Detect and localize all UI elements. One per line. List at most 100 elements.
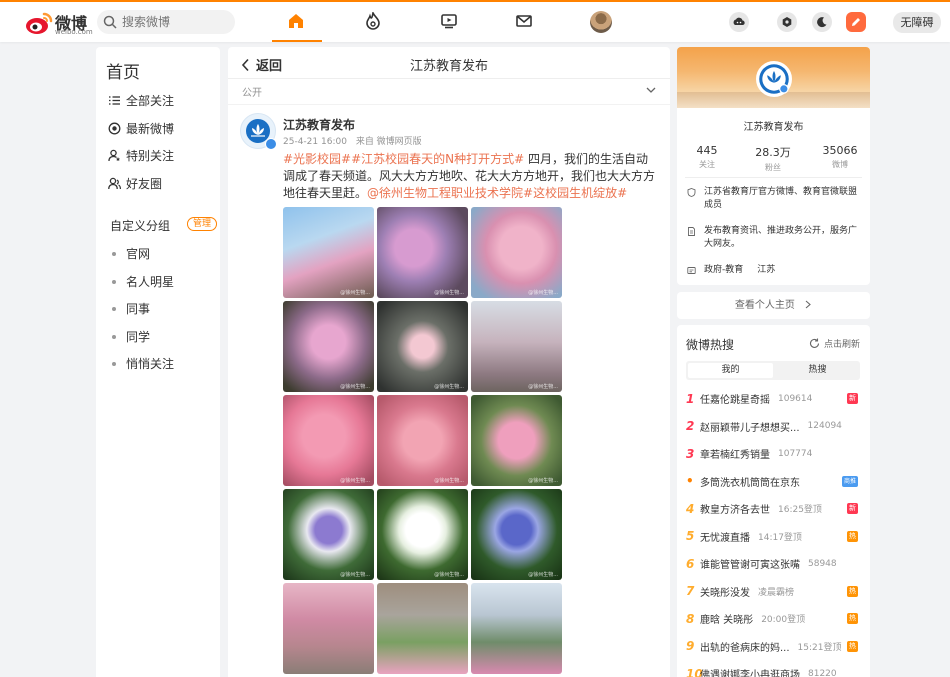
hot-rank: 4 [686,501,695,516]
post-photo[interactable]: @徐州生物... [283,207,374,298]
post-photo[interactable]: @徐州生物... [471,489,562,580]
hot-search-item[interactable]: 8 鹿晗 关晓彤 20:00登顶 热 [686,605,862,632]
post-photo[interactable]: @徐州生物... [377,489,468,580]
group-item[interactable]: 同事 [112,300,150,317]
nav-video[interactable] [438,10,460,32]
sidebar-item-label: 全部关注 [126,94,175,108]
photo-watermark: @徐州生物... [340,290,370,296]
profile-bio: 发布教育资讯、推进政务公开，服务广大网友。 [687,225,864,251]
hot-badge: 新 [847,393,858,404]
post-text: #光影校园##江苏校园春天的N种打开方式# 四月，我们的生活自动调成了春天频道。… [283,151,659,202]
post-photo[interactable]: @徐州生物... [471,207,562,298]
group-item[interactable]: 悄悄关注 [112,355,174,372]
view-profile-button[interactable]: 查看个人主页 [677,292,870,319]
hot-search-item[interactable]: 9 出轨的爸病床的妈... 15:21登顶热 [686,633,862,660]
hot-badge: 商推 [842,475,858,487]
nav-hot[interactable] [362,10,384,32]
group-item[interactable]: 官网 [112,245,150,262]
hot-rank: 6 [686,556,695,571]
user-star-icon [108,149,120,162]
post-time[interactable]: 25-4-21 16:00 [283,137,347,147]
search-icon [103,15,117,29]
nav-active-indicator [272,40,322,42]
hot-search-item[interactable]: 2 赵丽颖带儿子想想买... 124094 [686,413,862,440]
nav-messages[interactable] [513,10,535,32]
refresh-button[interactable]: 点击刷新 [809,337,860,350]
sidebar-item-latest[interactable]: 最新微博 [108,120,174,137]
group-item[interactable]: 同学 [112,328,150,345]
profile-avatar[interactable] [756,61,792,97]
user-avatar[interactable] [590,11,612,33]
post-photo[interactable]: @徐州生物... [283,301,374,392]
tab-hot[interactable]: 热搜 [775,361,860,380]
search-input[interactable] [122,15,232,29]
weibo-logo[interactable]: 微博 weibo.com [25,9,93,37]
hot-search-item[interactable]: 10 佛遇谢娜李小冉逛商场 81220 [686,660,862,677]
chevron-down-icon[interactable] [646,86,656,94]
post-photo[interactable]: @徐州生物... [283,489,374,580]
assistant-button[interactable] [729,12,749,32]
hashtag-link[interactable]: #江苏校园春天的N种打开方式# [351,152,524,166]
mention-link[interactable]: @徐州生物工程职业技术学院 [367,186,523,200]
tab-mine[interactable]: 我的 [688,363,773,378]
compose-button[interactable] [846,12,866,32]
hot-badge: 热 [847,530,858,542]
sidebar-item-special[interactable]: 特别关注 [108,147,174,164]
manage-groups-button[interactable]: 管理 [187,217,217,231]
settings-button[interactable] [777,12,797,32]
group-item-label: 官网 [126,247,151,261]
photo-watermark: @徐州生物... [528,572,558,578]
hot-count: 58948 [808,558,837,569]
accessibility-button[interactable]: 无障碍 [893,12,941,33]
hot-search-item[interactable]: 7 关晓彤没发 凌晨霸榜 热 [686,578,862,605]
post-photo[interactable]: @徐州生物... [377,207,468,298]
stat-posts[interactable]: 35066 微博 [810,144,870,170]
back-button[interactable]: 返回 [240,55,282,74]
cloud-face-icon [733,17,745,25]
post-photo[interactable]: @徐州生物... [283,395,374,486]
stat-fans[interactable]: 28.3万 粉丝 [743,144,803,173]
video-icon [441,14,457,29]
hashtag-link[interactable]: #光影校园# [283,152,351,166]
post-photo[interactable] [283,583,374,674]
hot-search-item[interactable]: 4 教皇方济各去世 16:25登顶 新 [686,495,862,522]
hot-rank: 1 [686,391,695,406]
clock-icon [108,122,121,135]
moon-icon [817,17,827,28]
hot-search-item[interactable]: 5 无忧渡直播 14:17登顶 热 [686,523,862,550]
profile-card: 江苏教育发布 445 关注 28.3万 粉丝 35066 微博 江苏省教育厅官方… [677,47,870,285]
weibo-logo-icon [26,12,53,34]
hot-rank: 3 [686,446,695,461]
hot-rank: 7 [686,584,695,598]
nav-home[interactable] [285,10,307,32]
post-photo[interactable]: @徐州生物... [377,301,468,392]
group-item[interactable]: 名人明星 [112,273,174,290]
hashtag-link[interactable]: #这校园生机绽放# [523,186,627,200]
post-photo[interactable]: @徐州生物... [377,395,468,486]
hot-search-item[interactable]: 6 谁能管管谢可寅这张嘴 58948 [686,550,862,577]
post-photo[interactable] [377,583,468,674]
dark-mode-button[interactable] [812,12,832,32]
hot-count: 凌晨霸榜 [758,587,795,598]
visibility-label: 公开 [242,88,262,99]
hot-search-panel: 微博热搜 点击刷新 我的 热搜 1 任嘉伦跳星奇摇 109614 新 2 赵丽颖带儿子想想… [677,325,870,677]
profile-name[interactable]: 江苏教育发布 [677,118,870,133]
stat-label: 关注 [699,160,715,169]
custom-group-title: 自定义分组 [110,219,171,233]
post-photo[interactable] [471,583,562,674]
hot-search-item[interactable]: • 多筒洗衣机筒筒在京东 商推 [686,468,862,495]
post-photo[interactable]: @徐州生物... [471,301,562,392]
post-photo[interactable]: @徐州生物... [471,395,562,486]
post-author-name[interactable]: 江苏教育发布 [283,116,355,133]
hot-search-item[interactable]: 1 任嘉伦跳星奇摇 109614 新 [686,385,862,412]
info-text: 江苏省教育厅官方微博、教育官微联盟成员 [704,187,858,210]
stat-following[interactable]: 445 关注 [677,144,737,170]
divider [228,104,670,105]
sidebar-item-all-follow[interactable]: 全部关注 [108,92,174,109]
post-author-avatar[interactable] [240,113,277,150]
sidebar-item-friends[interactable]: 好友圈 [108,175,162,192]
search-box[interactable] [97,10,235,34]
hot-count: 81220 [808,668,837,677]
hot-search-item[interactable]: 3 章若楠红秀销量 107774 [686,440,862,467]
verified-badge-icon [265,138,277,150]
